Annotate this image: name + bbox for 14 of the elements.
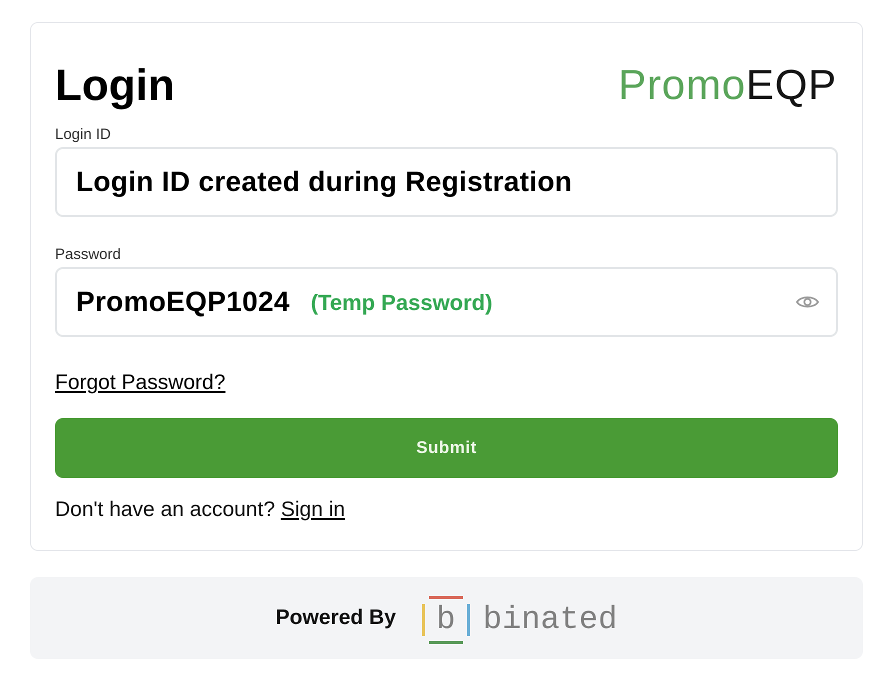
temp-password-note: (Temp Password) [310,288,492,317]
signup-prompt: Don't have an account? Sign in [55,497,346,523]
password-field[interactable]: PromoEQP1024 (Temp Password) [55,267,838,337]
binated-wordmark: binated [482,602,618,638]
forgot-password-link[interactable]: Forgot Password? [55,371,226,394]
field-label: Login ID [55,125,112,145]
powered-by-label: Powered By [276,605,396,632]
binated-logo-mark: b [420,596,471,644]
sign-in-link[interactable]: Sign in [280,498,346,521]
eye-icon[interactable] [796,294,819,310]
field-label: Password [55,245,122,265]
brand-logo: PromoEQP [618,63,837,107]
login-id-field[interactable]: Login ID created during Registration [55,147,838,217]
login-title: Login [55,64,175,108]
